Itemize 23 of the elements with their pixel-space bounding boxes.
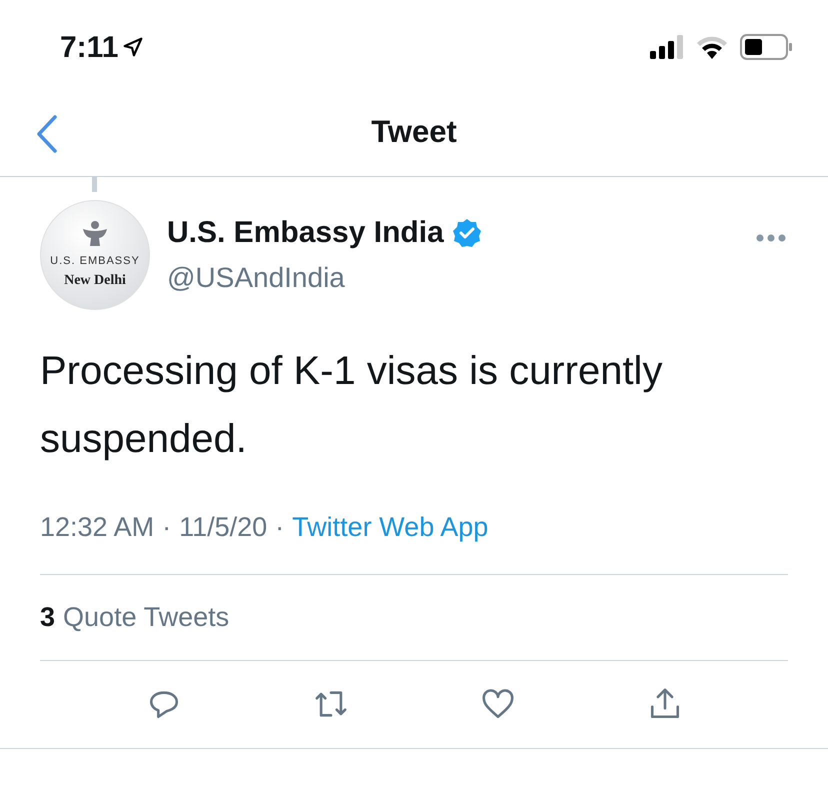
wifi-icon bbox=[696, 35, 728, 59]
tweet-date: 11/5/20 bbox=[179, 511, 268, 544]
back-button[interactable] bbox=[34, 114, 60, 154]
more-options-icon[interactable] bbox=[756, 234, 786, 242]
source-link[interactable]: Twitter Web App bbox=[292, 507, 488, 548]
location-arrow-icon bbox=[122, 36, 144, 58]
signal-icon bbox=[650, 35, 684, 59]
clock-time: 7:11 bbox=[60, 30, 118, 66]
account-name[interactable]: U.S. Embassy India bbox=[167, 210, 444, 255]
account-handle[interactable]: @USAndIndia bbox=[167, 257, 482, 299]
stat-label[interactable]: Quote Tweets bbox=[63, 596, 230, 638]
avatar-city: New Delhi bbox=[64, 272, 126, 290]
separator-dot: · bbox=[275, 511, 284, 544]
battery-icon bbox=[740, 34, 792, 60]
avatar-caption: U.S. EMBASSY bbox=[50, 254, 140, 270]
tweet-time: 12:32 AM bbox=[40, 511, 154, 544]
back-chevron-icon bbox=[36, 115, 58, 153]
tweet-text: Processing of K-1 visas is currently suspended. bbox=[40, 348, 664, 463]
heart-icon[interactable] bbox=[480, 687, 514, 721]
separator-dot: · bbox=[162, 511, 172, 544]
stat-count: 3 bbox=[40, 600, 56, 634]
avatar[interactable]: U.S. EMBASSY New Delhi bbox=[40, 200, 150, 310]
page-title: Tweet bbox=[371, 112, 457, 151]
